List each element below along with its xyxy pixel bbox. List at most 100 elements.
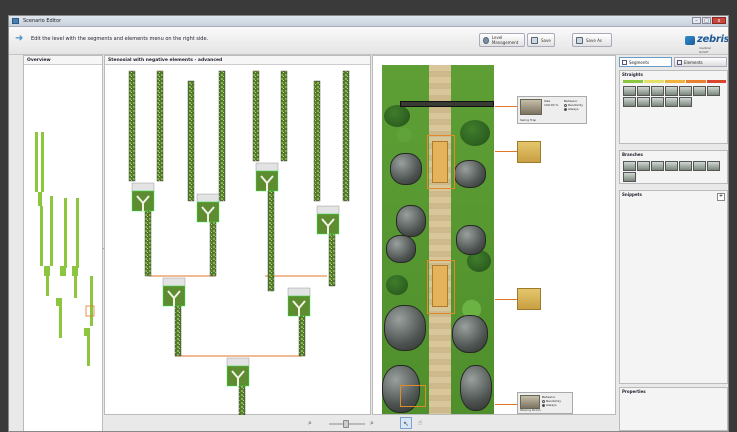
stone-element-tile[interactable] xyxy=(517,141,541,163)
zoom-slider[interactable] xyxy=(329,420,365,428)
zoom-in-icon[interactable]: ⌕ xyxy=(366,417,378,429)
pointer-icon[interactable]: ↖ xyxy=(400,417,412,429)
segment-thumbnail[interactable] xyxy=(679,161,692,171)
branches-section: Branches xyxy=(619,150,728,184)
level-management-icon xyxy=(483,36,489,44)
branches-thumbnails xyxy=(623,161,727,182)
logo-mark-icon xyxy=(685,36,695,45)
segment-thumbnail[interactable] xyxy=(623,97,636,107)
save-as-icon xyxy=(576,36,583,44)
toolbar: ➜ Edit the level with the segments and e… xyxy=(9,27,728,55)
save-button[interactable]: Save xyxy=(527,33,555,47)
element-highlight[interactable] xyxy=(400,385,426,407)
hand-icon[interactable]: ☝ xyxy=(414,417,426,429)
dirt-path xyxy=(429,65,451,414)
behavior-option[interactable]: Always xyxy=(564,107,583,111)
properties-section: Properties xyxy=(619,387,728,431)
stone-element-tile[interactable] xyxy=(517,288,541,310)
save-icon xyxy=(531,36,538,44)
rock xyxy=(456,225,486,255)
right-panel: Segments Elements Straights Branches Sni… xyxy=(617,55,728,431)
save-label: Save xyxy=(541,37,551,43)
save-as-label: Save As xyxy=(586,37,602,43)
overview-map[interactable] xyxy=(24,66,102,432)
segment-thumbnail[interactable] xyxy=(651,86,664,96)
level-management-button[interactable]: Level Management xyxy=(479,33,525,47)
segment-thumbnail[interactable] xyxy=(665,86,678,96)
minimize-button[interactable]: – xyxy=(692,17,701,24)
behavior-option[interactable]: Always xyxy=(542,403,561,407)
segment-thumbnail[interactable] xyxy=(637,86,650,96)
segment-thumbnail[interactable] xyxy=(707,86,720,96)
overview-title: Overview xyxy=(24,56,102,65)
straights-thumbnails xyxy=(623,86,727,107)
maximize-button[interactable]: □ xyxy=(702,17,711,24)
connector-line xyxy=(495,151,517,152)
elements-icon xyxy=(677,60,682,65)
window-title: Scenario Editor xyxy=(23,18,62,24)
segment-tree[interactable] xyxy=(105,66,370,415)
segment-thumbnail[interactable] xyxy=(707,161,720,171)
add-snippet-button[interactable]: + xyxy=(717,193,725,201)
stone-obstacle xyxy=(432,141,448,183)
segment-thumbnail[interactable] xyxy=(623,161,636,171)
segment-thumbnail[interactable] xyxy=(679,97,692,107)
save-as-button[interactable]: Save As xyxy=(572,33,612,47)
connector-line xyxy=(495,404,517,405)
logo-tagline: medical GmbH xyxy=(699,46,711,54)
waving-rocks-callout[interactable]: Waving Rocks Behavior Randomly Always xyxy=(517,392,573,414)
tab-segments[interactable]: Segments xyxy=(619,57,672,67)
zoom-slider-knob[interactable] xyxy=(343,420,349,428)
app-window: Scenario Editor – □ x ➜ Edit the level w… xyxy=(8,15,729,432)
difficulty-bar[interactable] xyxy=(623,80,643,83)
title-bar: Scenario Editor – □ x xyxy=(9,16,728,27)
rock xyxy=(384,305,426,351)
segment-thumbnail[interactable] xyxy=(623,86,636,96)
callout-caption: Swing Trap xyxy=(520,118,537,122)
rock xyxy=(454,160,486,188)
segment-thumbnail[interactable] xyxy=(651,161,664,171)
segment-thumbnail[interactable] xyxy=(651,97,664,107)
difficulty-bar[interactable] xyxy=(707,80,726,83)
difficulty-bar[interactable] xyxy=(686,80,706,83)
overview-panel: Overview xyxy=(23,55,103,432)
app-icon xyxy=(12,18,19,24)
segment-editor: Stenosial with negative elements - advan… xyxy=(104,55,371,415)
difficulty-bar[interactable] xyxy=(644,80,664,83)
connector-line xyxy=(495,299,517,300)
segment-thumbnail[interactable] xyxy=(665,97,678,107)
segment-thumbnail[interactable] xyxy=(693,86,706,96)
logo-word: zebris xyxy=(697,34,729,45)
snippets-section: Snippets + xyxy=(619,190,728,384)
tree xyxy=(386,275,408,295)
size-value[interactable]: 100.00 % xyxy=(544,103,558,107)
level-map[interactable] xyxy=(382,65,494,414)
swing-trap-thumbnail xyxy=(520,99,542,115)
swing-trap[interactable] xyxy=(400,101,494,107)
callout-caption: Waving Rocks xyxy=(520,408,541,412)
rock xyxy=(390,153,422,185)
branches-label: Branches xyxy=(622,152,643,157)
segment-thumbnail[interactable] xyxy=(637,161,650,171)
segment-thumbnail[interactable] xyxy=(693,161,706,171)
waving-rocks-thumbnail xyxy=(520,395,540,409)
rock xyxy=(460,365,492,411)
segment-thumbnail[interactable] xyxy=(665,161,678,171)
segment-thumbnail[interactable] xyxy=(679,86,692,96)
tab-elements[interactable]: Elements xyxy=(674,57,727,67)
segments-icon xyxy=(622,60,627,65)
segment-thumbnail[interactable] xyxy=(637,97,650,107)
close-button[interactable]: x xyxy=(712,17,726,24)
zoom-out-icon[interactable]: ⌕ xyxy=(304,417,316,429)
scene-preview: Swing Trap Size 100.00 % Behavior Random… xyxy=(372,55,616,415)
difficulty-bar[interactable] xyxy=(665,80,685,83)
rock xyxy=(386,235,416,263)
rock xyxy=(396,205,426,237)
editor-title: Stenosial with negative elements - advan… xyxy=(105,56,370,65)
properties-label: Properties xyxy=(622,389,646,394)
level-management-label: Level Management xyxy=(491,35,519,45)
bottom-toolbar: ⌕ ⌕ ↖ ☝ xyxy=(104,415,616,431)
swing-trap-callout[interactable]: Swing Trap Size 100.00 % Behavior Random… xyxy=(517,96,587,124)
segment-thumbnail[interactable] xyxy=(623,172,636,182)
connector-line xyxy=(495,106,517,107)
